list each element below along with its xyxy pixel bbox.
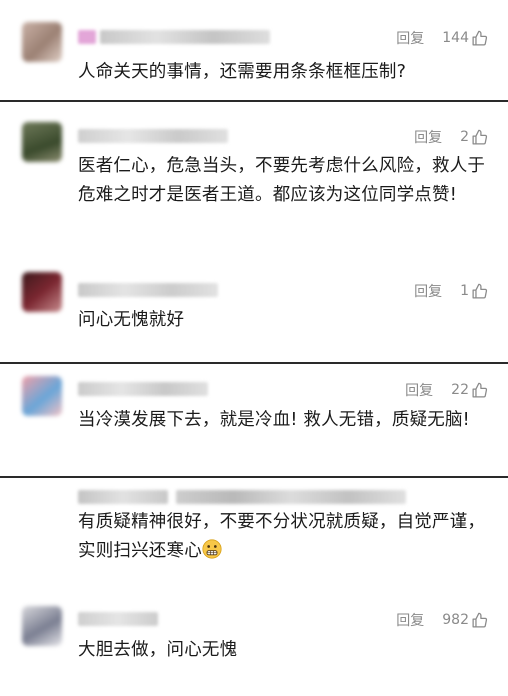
avatar[interactable] — [22, 376, 62, 416]
comment-meta: 回复 144 — [396, 28, 488, 48]
thumbs-up-icon[interactable] — [471, 382, 488, 399]
avatar[interactable] — [22, 272, 62, 312]
avatar[interactable] — [22, 606, 62, 646]
comment-text: 大胆去做，问心无愧 — [78, 640, 238, 660]
comment-text: 医者仁心，危急当头，不要先考虑什么风险，救人于危难之时才是医者王道。都应该为这位… — [78, 156, 486, 205]
reply-button[interactable]: 回复 — [396, 28, 424, 48]
thumbs-up-icon[interactable] — [471, 30, 488, 47]
username-blurred[interactable] — [78, 382, 208, 396]
comment-meta: 回复 1 — [414, 281, 488, 301]
comment-text-body: 有质疑精神很好，不要不分状况就质疑，自觉严谨，实则扫兴还寒心 — [78, 512, 486, 561]
reply-button[interactable]: 回复 — [414, 127, 442, 147]
like-count: 982 — [442, 612, 469, 628]
comment-meta: 回复 982 — [396, 610, 488, 630]
comment-text: 有质疑精神很好，不要不分状况就质疑，自觉严谨，实则扫兴还寒心 — [78, 508, 488, 566]
grimacing-face-emoji — [202, 539, 222, 559]
reply-button[interactable]: 回复 — [396, 610, 424, 630]
username-blurred[interactable] — [176, 490, 406, 504]
comment-card-5: 有质疑精神很好，不要不分状况就质疑，自觉严谨，实则扫兴还寒心 回复 982 大胆… — [0, 478, 508, 696]
username-blurred[interactable] — [78, 30, 96, 44]
username-blurred[interactable] — [78, 129, 228, 143]
like-count: 22 — [451, 382, 469, 398]
username-blurred[interactable] — [100, 30, 270, 44]
comment-card-2: 回复 2 医者仁心，危急当头，不要先考虑什么风险，救人于危难之时才是医者王道。都… — [0, 102, 508, 362]
username-blurred[interactable] — [78, 612, 158, 626]
username-blurred[interactable] — [78, 490, 168, 504]
comment-meta: 回复 22 — [405, 380, 488, 400]
like-count: 144 — [442, 30, 469, 46]
comment-text: 问心无愧就好 — [78, 310, 185, 330]
like-count: 2 — [460, 129, 469, 145]
like-count: 1 — [460, 283, 469, 299]
comment-card-1: 回复 144 人命关天的事情，还需要用条条框框压制? — [0, 0, 508, 100]
avatar[interactable] — [22, 22, 62, 62]
reply-button[interactable]: 回复 — [405, 380, 433, 400]
comment-text: 当冷漠发展下去，就是冷血! 救人无错，质疑无脑! — [78, 410, 470, 430]
thumbs-up-icon[interactable] — [471, 129, 488, 146]
avatar[interactable] — [22, 122, 62, 162]
comment-meta: 回复 2 — [414, 127, 488, 147]
comment-card-4: 回复 22 当冷漠发展下去，就是冷血! 救人无错，质疑无脑! — [0, 364, 508, 476]
comment-text: 人命关天的事情，还需要用条条框框压制? — [78, 62, 407, 82]
thumbs-up-icon[interactable] — [471, 283, 488, 300]
thumbs-up-icon[interactable] — [471, 612, 488, 629]
username-blurred[interactable] — [78, 283, 218, 297]
reply-button[interactable]: 回复 — [414, 281, 442, 301]
